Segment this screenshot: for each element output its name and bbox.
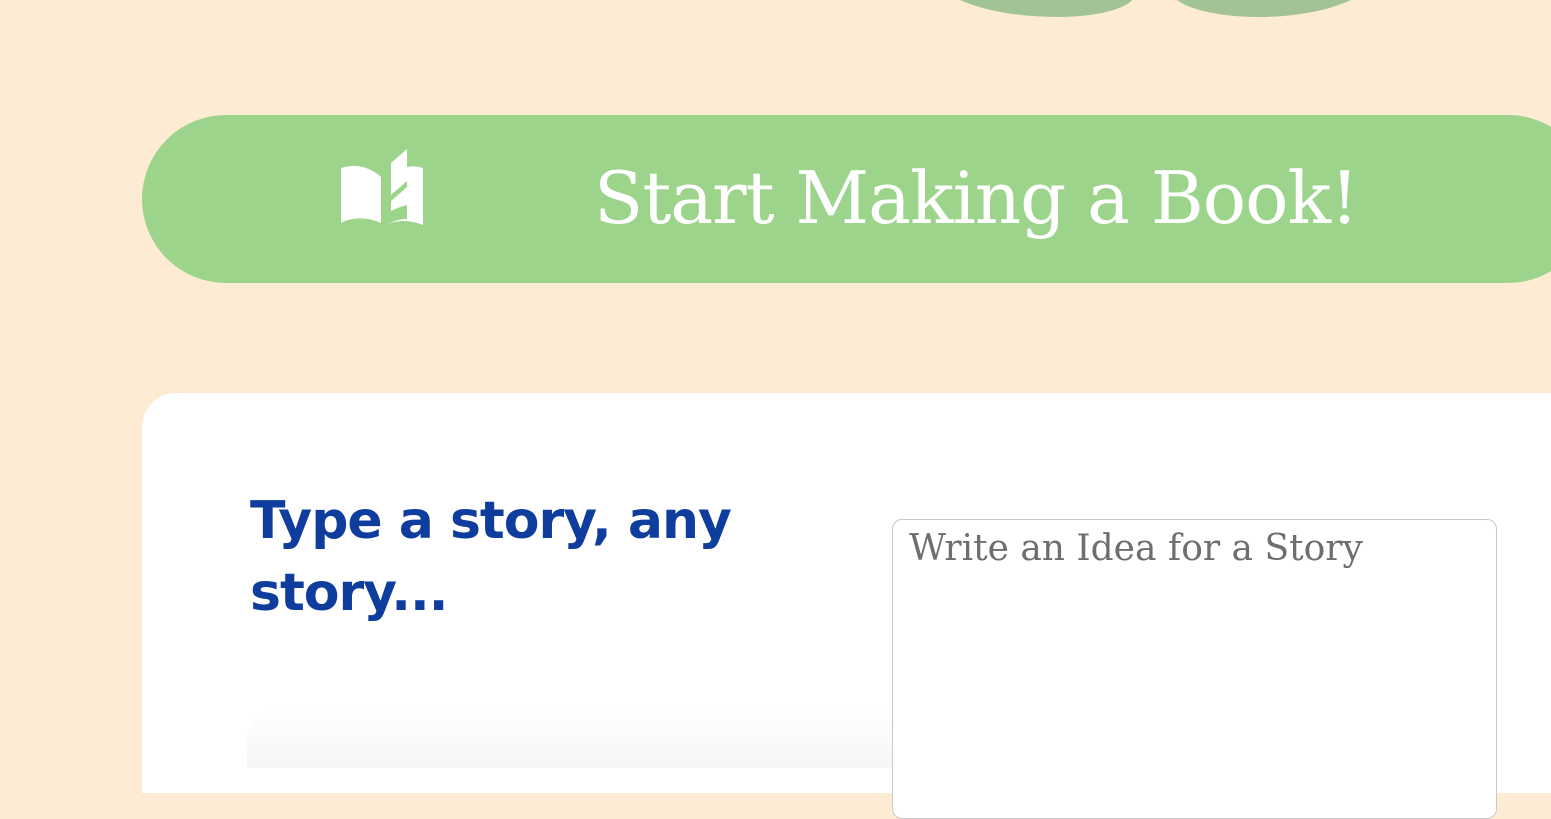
story-card: Type a story, any story... [142,393,1551,819]
start-making-book-button[interactable]: Start Making a Book! [142,115,1551,283]
open-book-icon [341,149,425,227]
story-heading: Type a story, any story... [250,491,732,623]
card-shadow-fade [247,708,897,768]
start-making-book-label: Start Making a Book! [594,156,1359,240]
decorative-top-shape-left [935,0,1135,17]
decorative-top-shape-right [1172,0,1380,17]
story-idea-input[interactable] [892,519,1497,819]
